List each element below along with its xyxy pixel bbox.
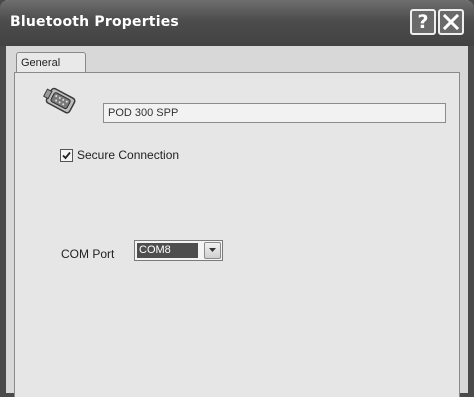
title-bar[interactable]: Bluetooth Properties ? [0, 0, 474, 46]
help-button[interactable]: ? [410, 9, 436, 35]
secure-connection-label[interactable]: Secure Connection [77, 149, 179, 162]
question-mark-icon: ? [417, 11, 429, 33]
close-button[interactable] [438, 9, 464, 35]
com-port-selected-value[interactable]: COM8 [137, 243, 198, 258]
close-x-icon [443, 14, 459, 30]
dropdown-button[interactable] [204, 242, 221, 259]
bluetooth-properties-dialog: Bluetooth Properties ? General POD 300 S… [0, 0, 474, 397]
tab-general[interactable]: General [16, 52, 86, 72]
com-port-dropdown[interactable]: COM8 [134, 240, 223, 261]
serial-connector-icon [43, 87, 76, 114]
device-name-field[interactable]: POD 300 SPP [103, 103, 446, 123]
checkmark-icon [62, 151, 71, 160]
chevron-down-icon [209, 248, 216, 252]
general-tab-panel: POD 300 SPP Secure Connection COM Port C… [14, 72, 460, 397]
secure-connection-checkbox[interactable] [60, 149, 73, 162]
window-title: Bluetooth Properties [10, 14, 179, 30]
com-port-label: COM Port [61, 247, 115, 261]
